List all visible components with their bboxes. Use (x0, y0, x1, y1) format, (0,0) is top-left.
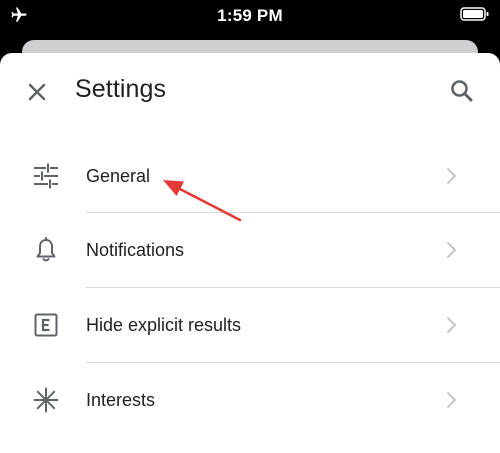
menu-item-notifications[interactable]: Notifications (0, 213, 500, 287)
chevron-right-icon (444, 167, 458, 185)
search-icon (451, 80, 473, 102)
bell-icon (33, 237, 59, 263)
status-bar: 1:59 PM (0, 0, 500, 32)
menu-item-general[interactable]: General (0, 139, 500, 213)
settings-header: Settings (0, 53, 500, 133)
close-button[interactable] (23, 78, 51, 106)
asterisk-icon (33, 387, 59, 413)
chevron-right-icon (444, 316, 458, 334)
menu-item-hide-explicit-results[interactable]: Hide explicit results (0, 288, 500, 362)
settings-sheet: Settings General Notifications Hide expl… (0, 53, 500, 453)
search-button[interactable] (448, 77, 476, 105)
status-time: 1:59 PM (217, 6, 283, 25)
chevron-right-icon (444, 391, 458, 409)
menu-item-label: Notifications (86, 240, 185, 260)
menu-item-label: Interests (86, 390, 156, 410)
page-title: Settings (75, 75, 167, 103)
close-icon (28, 83, 46, 101)
explicit-icon (33, 312, 59, 338)
menu-item-label: General (86, 166, 151, 186)
menu-item-label: Hide explicit results (86, 315, 242, 335)
sliders-icon (33, 163, 59, 189)
menu-item-interests[interactable]: Interests (0, 363, 500, 437)
chevron-right-icon (444, 241, 458, 259)
battery-icon (460, 6, 490, 27)
